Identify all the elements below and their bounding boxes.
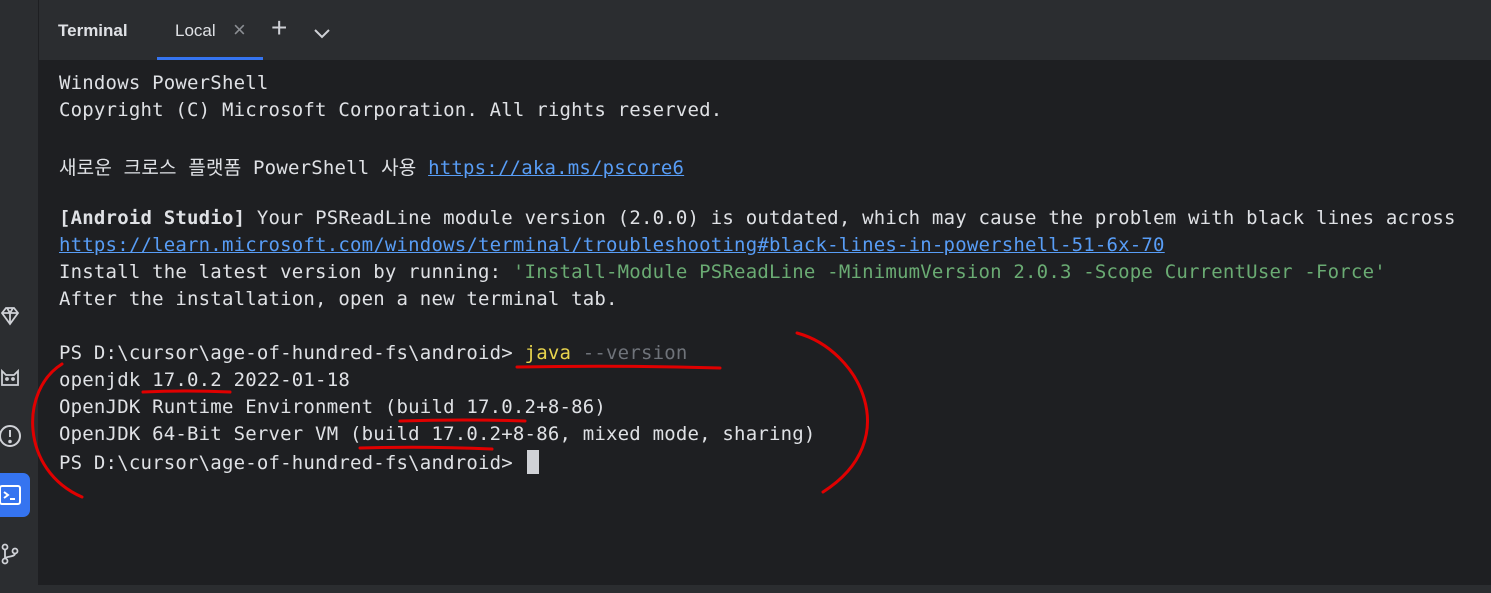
terminal-line: PS D:\cursor\age-of-hundred-fs\android> [59, 450, 539, 474]
tab-local[interactable]: Local × [157, 0, 263, 60]
chevron-down-icon[interactable] [313, 18, 331, 46]
install-command: 'Install-Module PSReadLine -MinimumVersi… [512, 261, 1386, 283]
install-text: Install the latest version by running: [59, 261, 513, 283]
terminal-line: Install the latest version by running: '… [59, 261, 1386, 283]
git-branch-icon[interactable] [0, 540, 24, 568]
tool-window-title: Terminal [58, 21, 128, 40]
terminal-line: After the installation, open a new termi… [59, 288, 618, 310]
warning-tag: [Android Studio] [59, 207, 246, 229]
troubleshooting-link[interactable]: https://learn.microsoft.com/windows/term… [59, 234, 1165, 256]
text-cursor [526, 450, 539, 474]
terminal-tab-bar: Terminal Local × + [39, 0, 1491, 60]
terminal-icon[interactable] [0, 473, 30, 517]
terminal-line: Windows PowerShell [59, 72, 269, 94]
bottom-border [0, 585, 1491, 593]
terminal-line: 새로운 크로스 플랫폼 PowerShell 사용 https://aka.ms… [59, 153, 684, 180]
plus-icon[interactable]: + [271, 14, 287, 42]
gem-icon[interactable] [0, 302, 24, 330]
command: java [524, 342, 572, 364]
prompt: PS D:\cursor\age-of-hundred-fs\android> [59, 342, 525, 364]
cat-icon[interactable] [0, 363, 24, 391]
terminal-line: OpenJDK 64-Bit Server VM (build 17.0.2+8… [59, 423, 816, 445]
tool-sidebar [0, 0, 39, 593]
terminal-line: Copyright (C) Microsoft Corporation. All… [59, 99, 723, 121]
tab-label: Local [175, 21, 216, 40]
terminal-output[interactable]: Windows PowerShell Copyright (C) Microso… [39, 60, 1491, 585]
terminal-line: OpenJDK Runtime Environment (build 17.0.… [59, 396, 607, 418]
prompt: PS D:\cursor\age-of-hundred-fs\android> [59, 452, 525, 474]
terminal-line: [Android Studio] Your PSReadLine module … [59, 207, 1456, 229]
pscore-text: 새로운 크로스 플랫폼 PowerShell 사용 [59, 157, 429, 179]
problems-icon[interactable] [0, 422, 24, 450]
warning-text: Your PSReadLine module version (2.0.0) i… [245, 207, 1456, 229]
terminal-line: PS D:\cursor\age-of-hundred-fs\android> … [59, 342, 688, 364]
terminal-line: openjdk 17.0.2 2022-01-18 [59, 369, 350, 391]
command-arg: --version [571, 342, 688, 364]
close-icon[interactable]: × [233, 17, 246, 43]
pscore-link[interactable]: https://aka.ms/pscore6 [428, 157, 684, 179]
